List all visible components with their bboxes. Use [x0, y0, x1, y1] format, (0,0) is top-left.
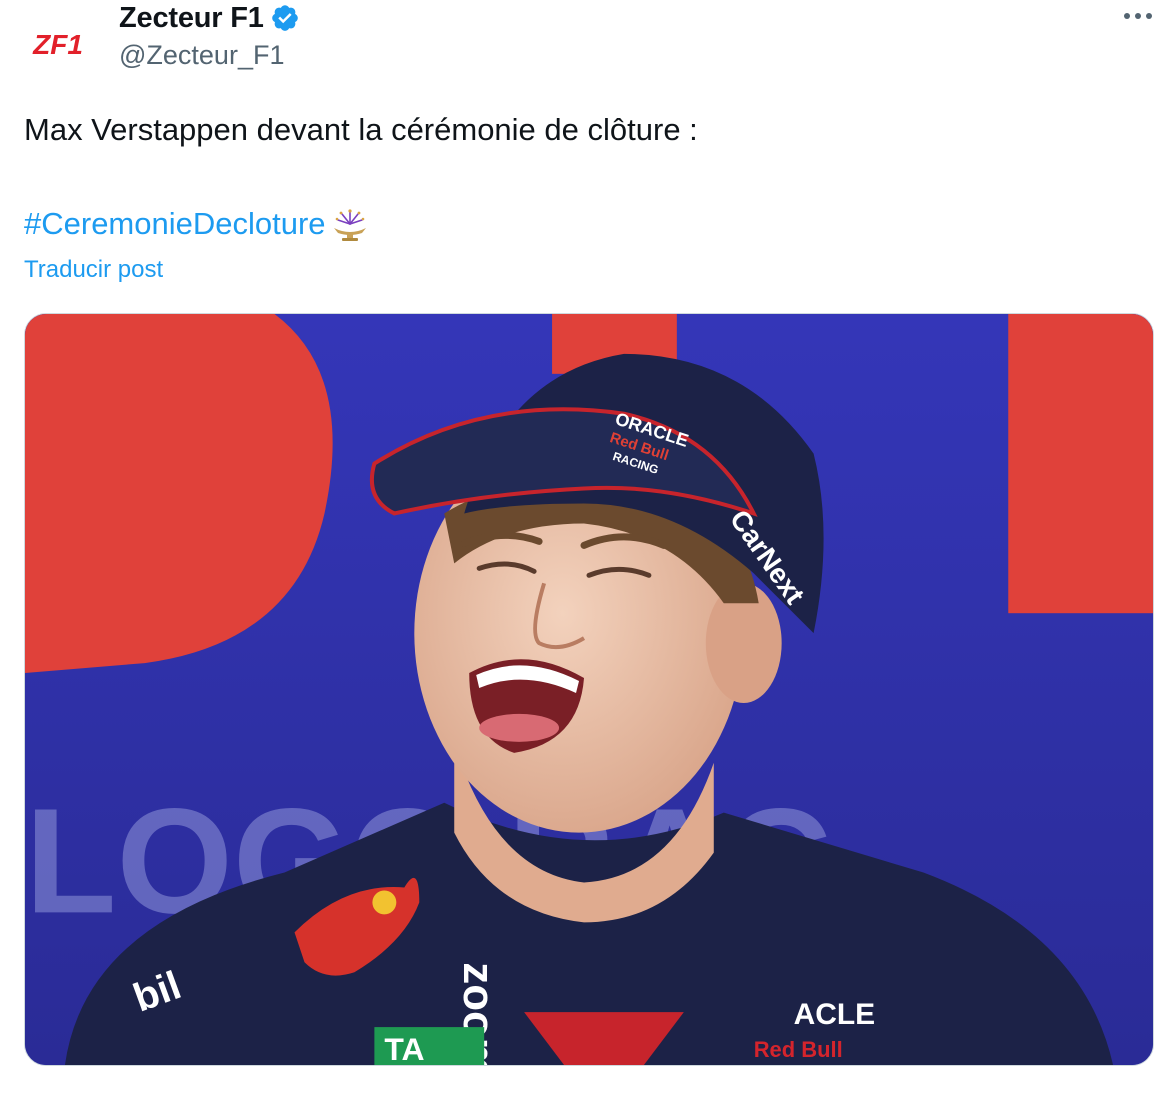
laughing-driver-photo: LOGO RAC zoom ACLE Red Bull bil TA ORACL…: [25, 314, 1153, 1065]
shirt-tag-text: TA: [384, 1031, 424, 1065]
fountain-fireworks-icon: [333, 209, 366, 241]
author-avatar[interactable]: ZF1: [22, 10, 94, 74]
tongue: [479, 713, 560, 742]
more-dot-icon: [1135, 13, 1141, 19]
shirt-brand-text: Red Bull: [754, 1037, 843, 1062]
hashtag-row: #CeremonieDecloture: [24, 204, 372, 244]
verified-badge-icon: [271, 5, 298, 31]
hashtag-link[interactable]: #CeremonieDecloture: [24, 204, 326, 244]
shirt-logo-text: ACLE: [794, 998, 875, 1031]
more-dot-icon: [1124, 13, 1130, 19]
author-handle[interactable]: @Zecteur_F1: [119, 40, 284, 71]
author-name[interactable]: Zecteur F1: [119, 2, 264, 35]
tweet-media-image[interactable]: LOGO RAC zoom ACLE Red Bull bil TA ORACL…: [24, 313, 1154, 1066]
svg-text:ZF1: ZF1: [32, 29, 83, 60]
author-name-row: Zecteur F1: [119, 0, 300, 36]
more-options-button[interactable]: [1118, 4, 1158, 28]
tweet-text: Max Verstappen devant la cérémonie de cl…: [24, 112, 698, 147]
backdrop-red-block: [1008, 314, 1153, 614]
bull-sun-icon: [372, 890, 397, 915]
tweet-card: ZF1 Zecteur F1 @Zecteur_F1 Max Verstappe…: [0, 0, 1175, 1094]
more-dot-icon: [1146, 13, 1152, 19]
translate-post-link[interactable]: Traducir post: [24, 256, 163, 284]
zf1-logo-icon: ZF1: [32, 29, 83, 60]
